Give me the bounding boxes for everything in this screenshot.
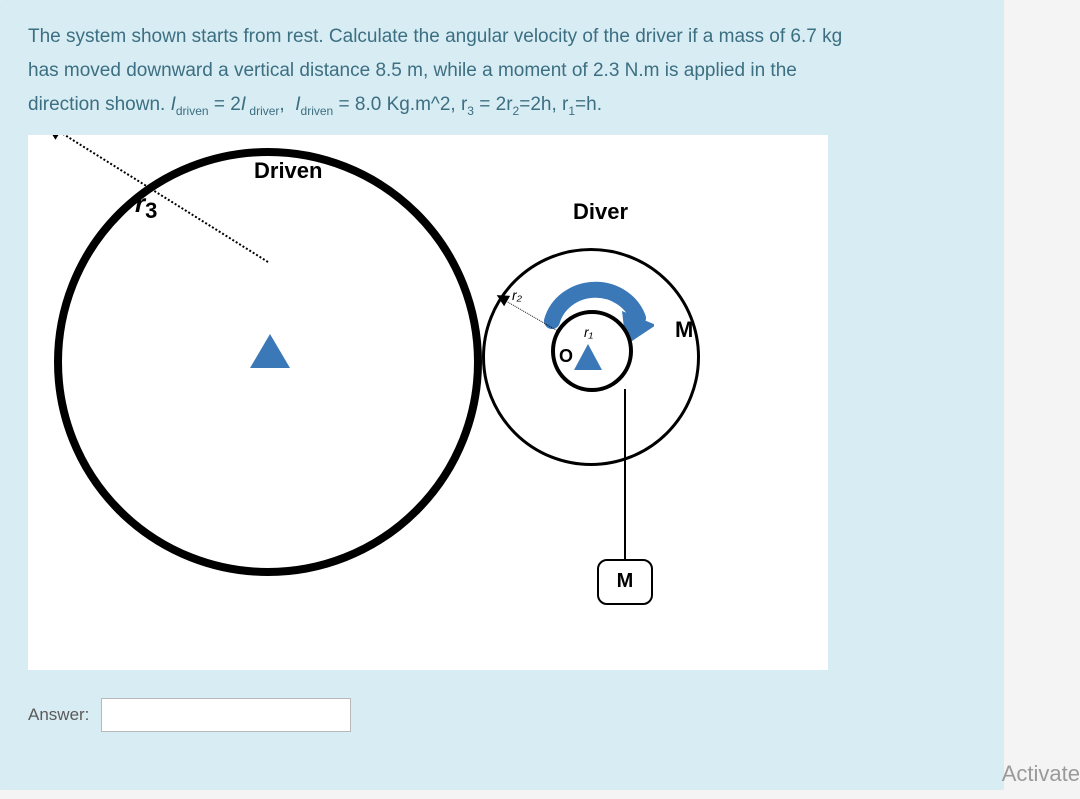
problem-diagram: Driven r3 Diver M r₂ r₁ O M xyxy=(28,135,828,670)
question-text: The system shown starts from rest. Calcu… xyxy=(28,20,976,123)
driven-label: Driven xyxy=(254,158,322,184)
answer-label: Answer: xyxy=(28,705,89,725)
answer-row: Answer: xyxy=(28,698,976,732)
diver-label: Diver xyxy=(573,199,628,225)
r2-label: r₂ xyxy=(512,287,522,303)
origin-label: O xyxy=(559,346,573,367)
r3-label: r3 xyxy=(135,188,157,224)
question-line2: has moved downward a vertical distance 8… xyxy=(28,60,797,81)
question-formula: Idriven = 2I driver, Idriven = 8.0 Kg.m^… xyxy=(171,94,602,115)
mass-label: M xyxy=(617,570,634,593)
r1-label: r₁ xyxy=(584,324,593,340)
question-line3-pre: direction shown. xyxy=(28,94,171,115)
cable-line xyxy=(624,389,626,561)
hanging-mass: M xyxy=(597,559,653,605)
support-triangle-icon xyxy=(574,344,602,370)
support-triangle-icon xyxy=(250,334,290,368)
question-line1: The system shown starts from rest. Calcu… xyxy=(28,26,842,47)
arrowhead-icon xyxy=(42,135,64,140)
question-panel: The system shown starts from rest. Calcu… xyxy=(0,0,1004,790)
answer-input[interactable] xyxy=(101,698,351,732)
moment-label: M xyxy=(675,317,693,343)
activate-watermark: Activate xyxy=(1002,761,1080,787)
